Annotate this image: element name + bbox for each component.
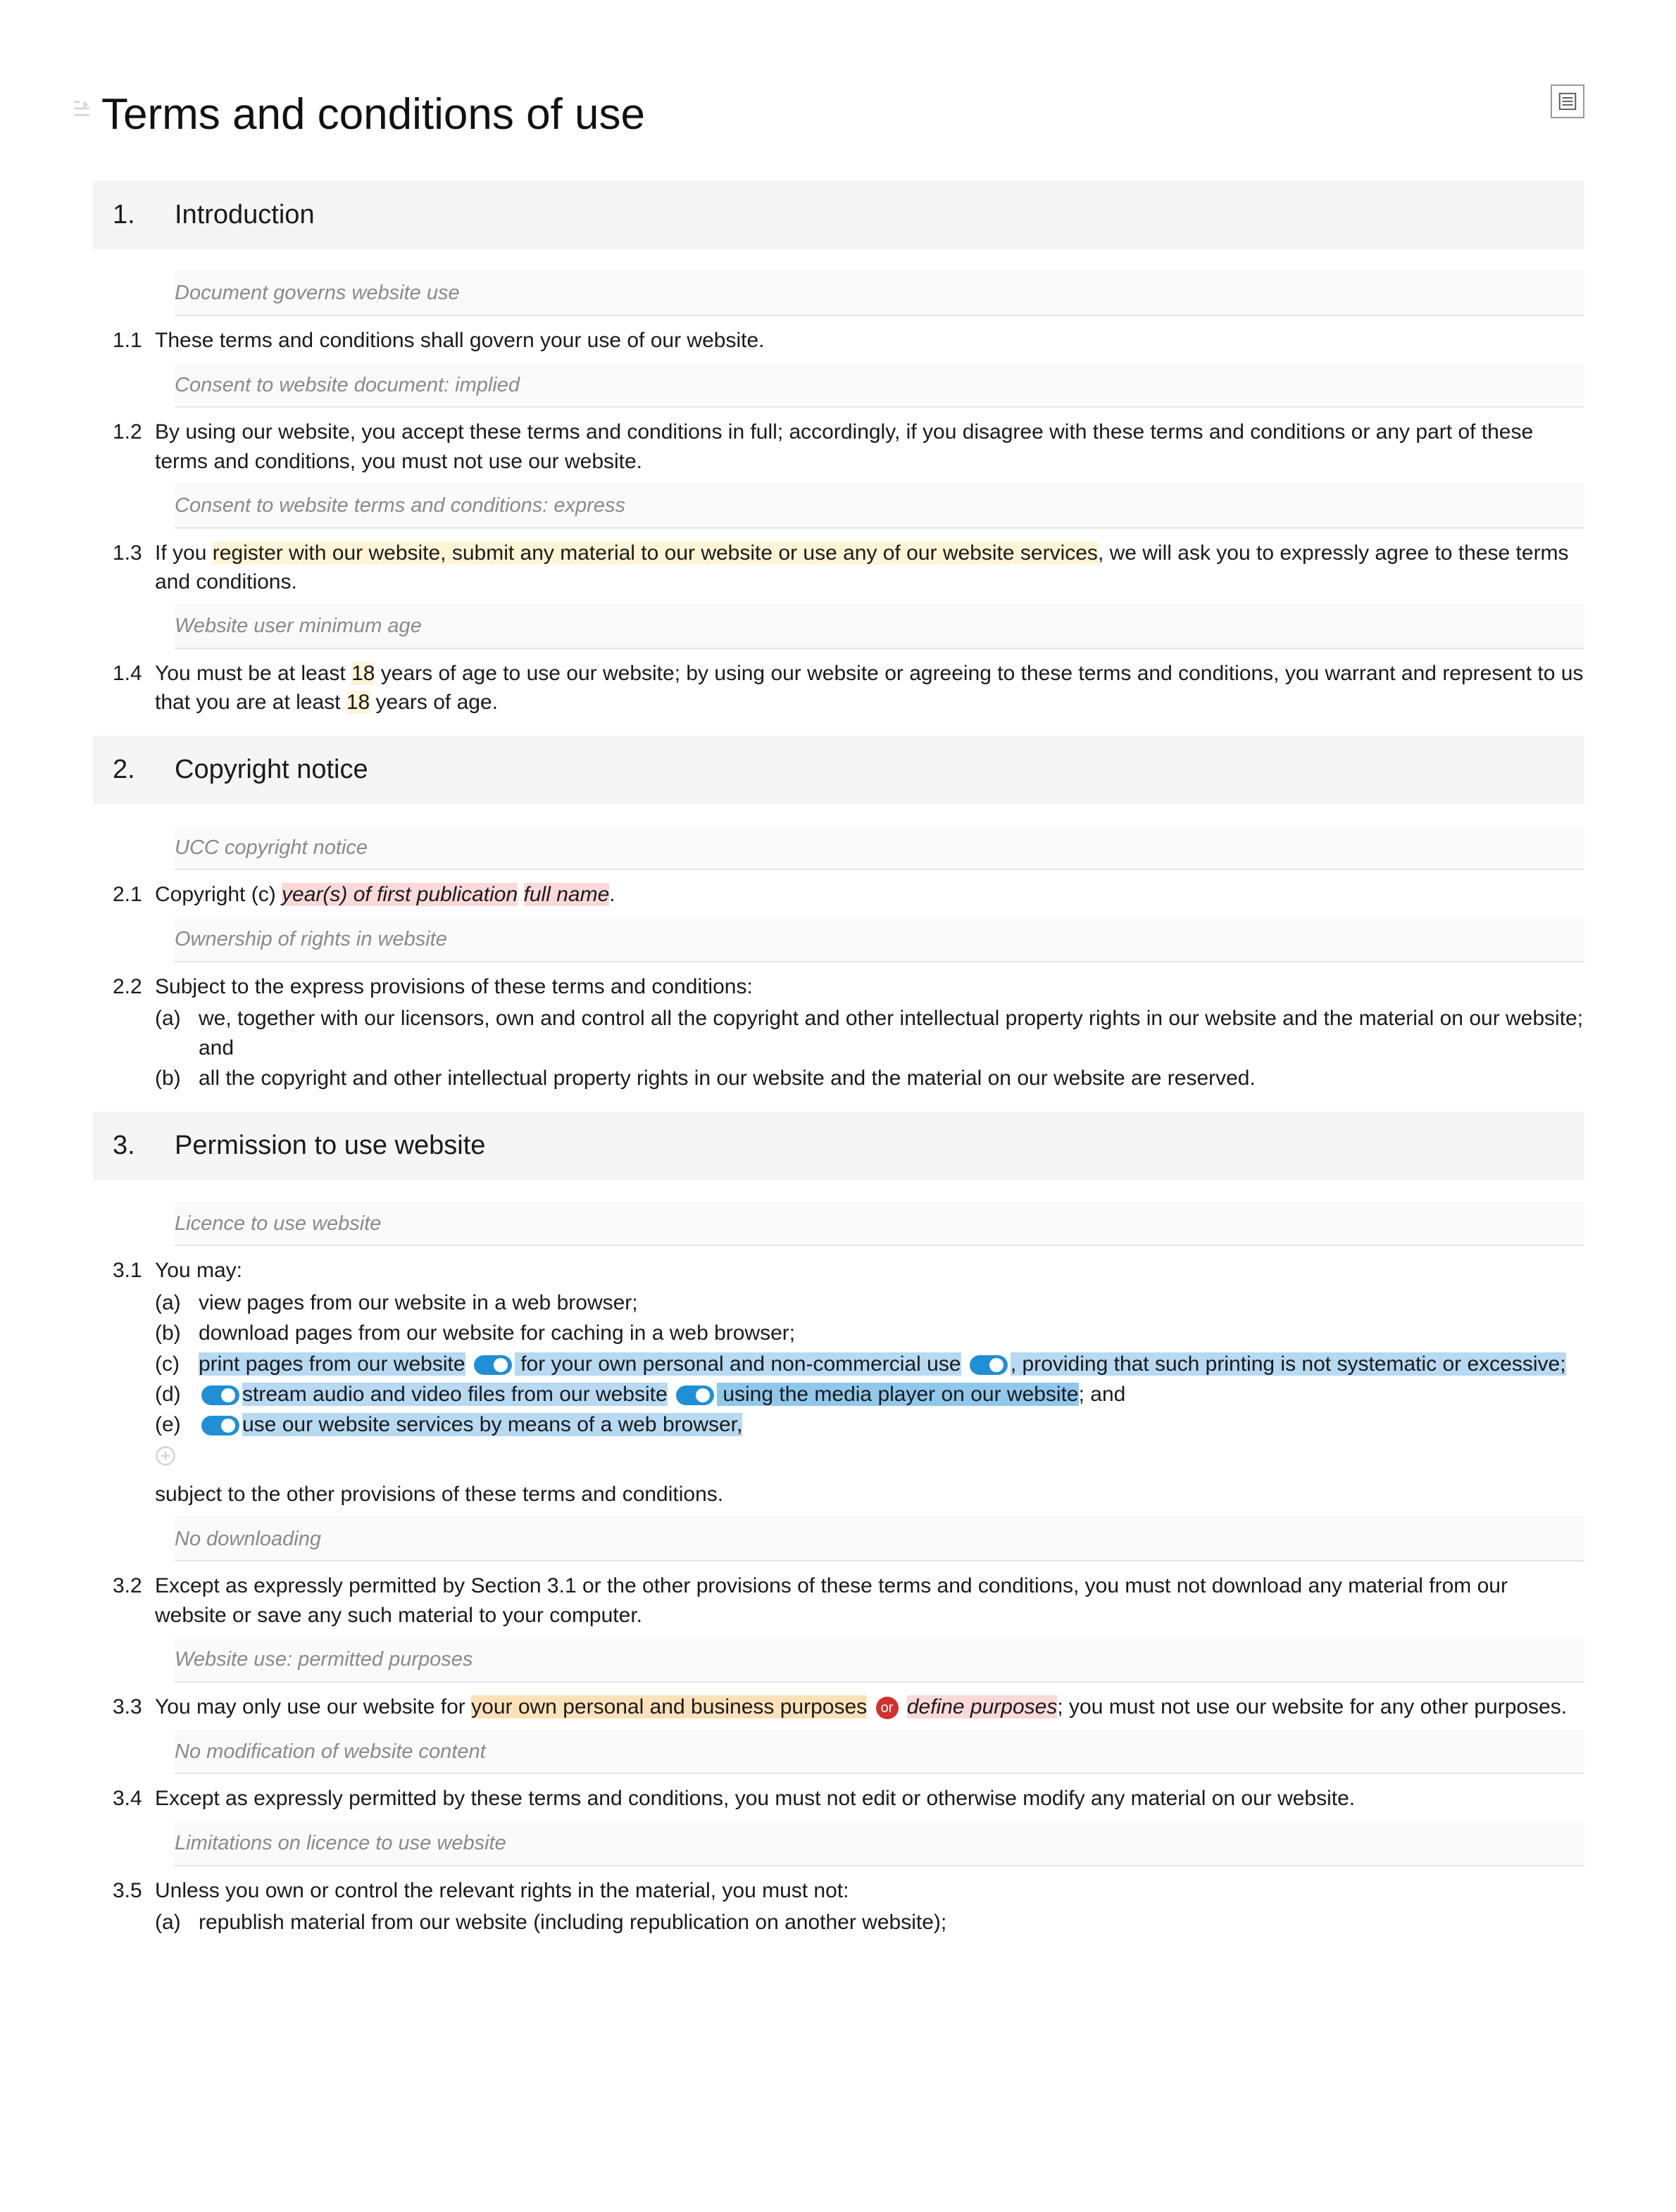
toggle-switch[interactable] [201,1416,239,1435]
section-title: Introduction [175,196,315,234]
placeholder-field[interactable]: year(s) of first publication [282,883,518,906]
clause-caption: Ownership of rights in website [175,925,1584,954]
clause-number: 2.2 [93,972,155,1002]
clause-text: Except as expressly permitted by these t… [155,1784,1584,1813]
clause-caption: Website use: permitted purposes [175,1645,1584,1674]
clause-number: 1.3 [93,539,155,568]
clause-number: 3.3 [93,1692,155,1722]
clause-caption: UCC copyright notice [175,834,1584,862]
document-body: 1. Introduction Document governs website… [93,181,1584,1944]
toggle-switch[interactable] [676,1385,714,1405]
placeholder-field[interactable]: define purposes [907,1695,1058,1718]
section-heading: 3. Permission to use website [93,1112,1584,1180]
or-pill[interactable]: or [876,1697,899,1719]
clause-caption: Website user minimum age [175,612,1584,641]
sub-letter: (a) [155,1004,199,1062]
clause-number: 3.4 [93,1784,155,1814]
clause-caption: No downloading [175,1525,1584,1554]
clause-caption: Licence to use website [175,1209,1584,1238]
clause-number: 1.1 [93,326,155,356]
editable-field[interactable]: register with our website, submit any ma… [213,541,1098,565]
section-title: Permission to use website [175,1127,485,1164]
section-heading: 2. Copyright notice [93,736,1584,804]
clause-number: 3.1 [93,1256,155,1286]
section-heading: 1. Introduction [93,181,1584,249]
clause-number: 2.1 [93,880,155,910]
toggle-switch[interactable] [970,1355,1008,1375]
clause-text: You may only use our website for your ow… [155,1692,1584,1721]
editable-field[interactable]: 18 [346,691,370,714]
clause-number: 3.5 [93,1876,155,1906]
sub-letter: (a) [155,1288,199,1317]
option-field[interactable]: your own personal and business purposes [471,1695,867,1718]
clause-text: Except as expressly permitted by Section… [155,1571,1584,1630]
clause-number: 3.2 [93,1571,155,1601]
placeholder-field[interactable]: full name [524,883,610,906]
sub-letter: (a) [155,1908,199,1937]
clause-caption: Limitations on licence to use website [175,1829,1584,1858]
document-title: Terms and conditions of use [101,84,1551,146]
section-number: 1. [113,196,175,234]
clause-number: 1.4 [93,659,155,689]
sub-letter: (c) [155,1350,199,1378]
clause-text: Copyright (c) year(s) of first publicati… [155,880,1584,909]
section-title: Copyright notice [175,751,368,788]
add-item-icon[interactable] [155,1445,176,1466]
editable-field[interactable]: 18 [351,662,375,685]
clause-text: Unless you own or control the relevant r… [155,1876,1584,1937]
clause-number: 1.2 [93,417,155,447]
toggle-switch[interactable] [201,1385,239,1405]
clause-caption: Consent to website document: implied [175,371,1584,400]
section-number: 2. [113,751,175,788]
toc-button[interactable] [1551,84,1584,118]
section-number: 3. [113,1127,175,1164]
clause-text: Subject to the express provisions of the… [155,972,1584,1093]
sub-letter: (d) [155,1380,199,1409]
sub-letter: (b) [155,1064,199,1093]
clause-caption: Consent to website terms and conditions:… [175,491,1584,520]
list-icon [1557,91,1578,112]
drag-handle-icon[interactable] [70,97,93,120]
clause-text: These terms and conditions shall govern … [155,326,1584,355]
clause-caption: Document governs website use [175,279,1584,308]
clause-text: By using our website, you accept these t… [155,417,1584,476]
sub-letter: (b) [155,1319,199,1347]
clause-caption: No modification of website content [175,1737,1584,1766]
clause-text: You may: (a)view pages from our website … [155,1256,1584,1509]
clause-text: If you register with our website, submit… [155,539,1584,597]
toggle-switch[interactable] [474,1355,512,1375]
sub-letter: (e) [155,1410,199,1439]
clause-text: You must be at least 18 years of age to … [155,659,1584,717]
